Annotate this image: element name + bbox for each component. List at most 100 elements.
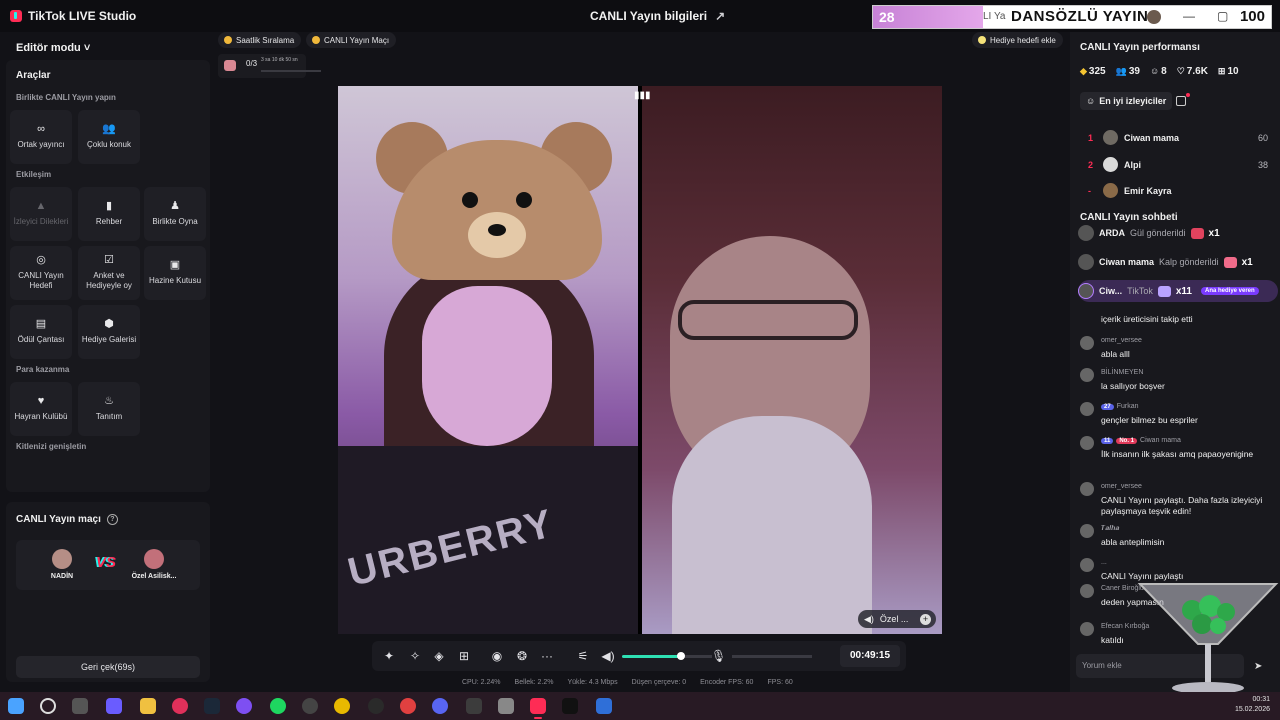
treasure-tile[interactable]: ▣ Hazine Kutusu [144,246,206,300]
maximize-icon[interactable]: ▢ [1217,9,1228,23]
poll-tile[interactable]: ☑ Anket ve Hediyeyle oy [78,246,140,300]
title-bar: TikTok LIVE Studio CANLI Yayın bilgileri… [0,0,1280,32]
top-viewer-row[interactable]: 1 Ciwan mama 60 [1088,130,1268,145]
monetize-section-label: Para kazanma [16,365,70,374]
gallery-icon: ⬢ [104,318,114,330]
microphone-slider[interactable] [732,655,812,658]
app-icon-18[interactable] [596,698,612,714]
task-view-icon[interactable] [72,698,88,714]
tiktok-taskbar-icon[interactable] [562,698,578,714]
viewer-requests-tile[interactable]: ▲ İzleyici Dilekleri [10,187,72,241]
edit-mode-dropdown[interactable]: Editör modu ˅ [16,42,90,54]
gift-gallery-tile[interactable]: ⬢ Hediye Galerisi [78,305,140,359]
guide-tile[interactable]: ▮ Rehber [78,187,140,241]
camera-effect-icon[interactable]: ❂ [515,649,529,663]
fan-club-tile[interactable]: ♥ Hayran Kulübü [10,382,72,436]
player-one-name: NADİN [50,573,74,580]
viewer-requests-icon: ▲ [35,200,47,212]
play-together-tile[interactable]: ♟ Birlikte Oyna [144,187,206,241]
volume-slider-knob[interactable] [676,652,685,660]
live-info-title: CANLI Yayın bilgileri [590,9,708,23]
match-versus-box[interactable]: NADİN VS Özel Asilisk... [16,540,200,590]
steam-icon[interactable] [204,698,220,714]
app-icon-14[interactable] [466,698,482,714]
diamonds-value: 325 [1088,66,1106,77]
top-viewer-row[interactable]: - Emir Kayra [1088,183,1268,198]
promote-tile[interactable]: ♨ Tanıtım [78,382,140,436]
copilot-icon[interactable] [106,698,122,714]
viewer-requests-label: İzleyici Dilekleri [13,217,69,226]
top-viewer-row[interactable]: 2 Alpi 38 [1088,157,1268,172]
guest-tag[interactable]: ◀) Özel ... + [858,610,936,628]
enhance-icon[interactable]: ✧ [408,649,422,663]
add-gift-goal-label: Hediye hedefi ekle [990,35,1056,45]
help-icon[interactable]: ? [106,514,118,525]
layout-icon[interactable]: ⊞ [457,649,471,663]
more-icon[interactable]: ··· [540,649,554,663]
dropped-frames-stat: Düşen çerçeve: 0 [631,679,687,686]
obs-like-icon[interactable] [236,698,252,714]
split-handle-icon[interactable]: ▮▮▮ [634,90,651,101]
overlay-avatar [1147,10,1161,24]
interaction-section-label: Etkileşim [16,170,52,179]
spotify-icon[interactable] [270,698,286,714]
retract-button[interactable]: Geri çek(69s) [16,656,200,678]
windows-start-icon[interactable] [8,698,24,714]
reward-bag-tile[interactable]: ▤ Ödül Çantası [10,305,72,359]
live-goal-tile[interactable]: ◎ CANLI Yayın Hedefi [10,246,72,300]
volume-slider-fill[interactable] [622,655,681,658]
tiktok-live-studio-window: TikTok LIVE Studio CANLI Yayın bilgileri… [0,0,1280,694]
app-icon-11[interactable] [368,698,384,714]
tools-card: Araçlar Birlikte CANLI Yayın yapın ∞ Ort… [6,60,210,492]
gift-action: TikTok [1127,286,1153,296]
add-gift-goal-pill[interactable]: Hediye hedefi ekle [972,32,1063,48]
top-viewers-tab[interactable]: ☺ En iyi izleyiciler [1080,92,1173,110]
chat-avatar [1080,584,1094,598]
promote-label: Tanıtım [95,412,123,421]
opera-icon[interactable] [172,698,188,714]
file-explorer-icon[interactable] [140,698,156,714]
chat-username: 𝑻𝒂𝒍𝒉𝒂 [1101,525,1120,532]
live-info-button[interactable]: CANLI Yayın bilgileri ↗ [590,9,725,23]
viewer-list-icon[interactable] [1176,93,1190,106]
app-icon-15[interactable] [498,698,514,714]
chat-avatar [1080,482,1094,496]
goal-progress-box[interactable]: 0/3 3 sa 10 dk 50 sn [218,54,321,78]
chat-user: 𝑻𝒂𝒍𝒉𝒂 [1101,525,1119,533]
hourly-ranking-pill[interactable]: Saatlik Sıralama [218,32,302,48]
multiguest-label: Çoklu konuk [86,140,132,149]
volume-slider-track[interactable] [680,655,712,658]
viewer-score: 38 [1257,159,1268,170]
app-icon-12[interactable] [400,698,416,714]
record-icon[interactable]: ◉ [490,649,504,663]
mixer-icon[interactable]: ⚟ [576,649,590,663]
chrome-icon[interactable] [334,698,350,714]
volume-icon[interactable]: ◀) [601,649,615,663]
discord-icon[interactable] [432,698,448,714]
add-icon[interactable]: + [920,613,931,625]
control-bar: ✦ ✧ ◈ ⊞ ◉ ❂ ··· ⚟ ◀) 🎙 00:49:15 [372,641,906,671]
gifters-value: 10 [1227,66,1239,77]
search-icon[interactable] [40,698,56,714]
chat-avatar [1080,402,1094,416]
live-match-pill[interactable]: CANLI Yayın Maçı [306,32,397,48]
cohost-tile[interactable]: ∞ Ortak yayıncı [10,110,72,164]
player-one: NADİN [32,549,92,580]
multiguest-tile[interactable]: 👥 Çoklu konuk [78,110,140,164]
edit-mode-label: Editör modu [16,42,81,54]
minimize-icon[interactable]: — [1183,9,1195,23]
effects-icon[interactable]: ◈ [432,649,446,663]
goal-progress-bar [261,70,321,72]
app-icon-9[interactable] [302,698,318,714]
share-icon[interactable]: ↗ [715,9,725,23]
chat-user: omer_versee [1101,483,1142,490]
level-badge: 11 [1101,438,1114,444]
lightbulb-icon [978,36,986,44]
microphone-icon[interactable]: 🎙 [711,649,726,663]
chat-user: ... [1101,559,1107,566]
live-preview[interactable]: URBERRY [338,86,942,634]
tiktok-live-studio-taskbar-icon[interactable] [530,698,546,719]
gift-user-avatar [1078,283,1094,299]
magic-wand-icon[interactable]: ✦ [382,649,396,663]
chat-text: la sallıyor boşver [1101,381,1165,391]
